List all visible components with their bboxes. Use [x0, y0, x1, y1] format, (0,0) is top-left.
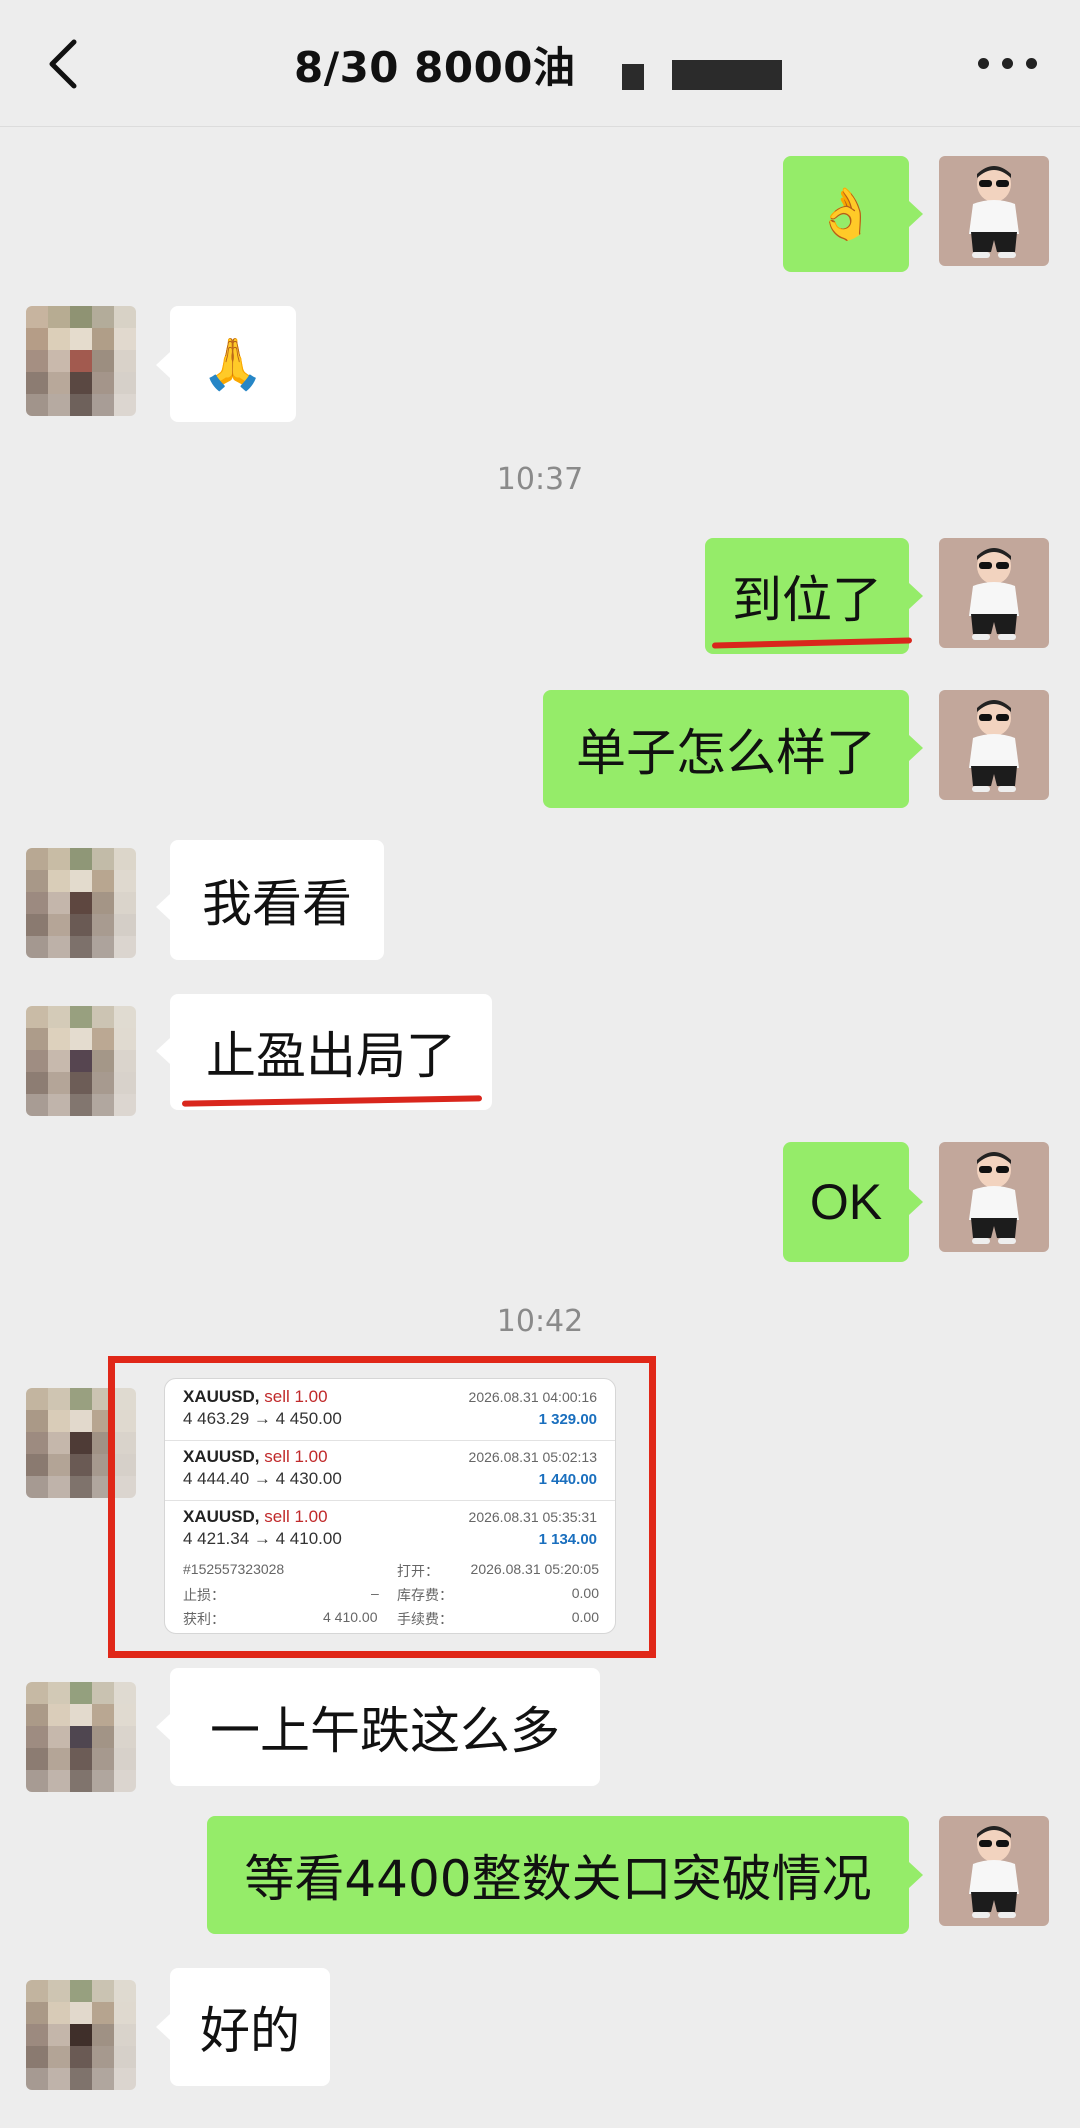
chat-header: 8/30 8000油 — [0, 0, 1080, 127]
message-bubble-received[interactable]: 🙏 — [170, 306, 296, 422]
timestamp: 10:37 — [496, 462, 584, 497]
more-options-icon[interactable] — [976, 48, 1040, 78]
redacted-name-block — [622, 64, 644, 90]
my-avatar[interactable] — [939, 1816, 1049, 1926]
bubble-tail — [156, 1714, 170, 1740]
message-bubble-sent[interactable]: 👌 — [783, 156, 909, 272]
contact-avatar-blurred[interactable] — [26, 1980, 136, 2090]
bubble-tail — [156, 2014, 170, 2040]
timestamp: 10:42 — [496, 1304, 584, 1339]
red-highlight-box — [108, 1356, 656, 1658]
bubble-tail — [909, 201, 923, 227]
message-bubble-received[interactable]: 止盈出局了 — [170, 994, 492, 1110]
message-bubble-sent[interactable]: OK — [783, 1142, 909, 1262]
bubble-tail — [156, 1038, 170, 1064]
message-bubble-received[interactable]: 我看看 — [170, 840, 384, 960]
bubble-tail — [156, 352, 170, 378]
bubble-tail — [909, 1862, 923, 1888]
back-arrow-icon[interactable] — [42, 38, 88, 90]
bubble-tail — [909, 1189, 923, 1215]
bubble-tail — [156, 894, 170, 920]
my-avatar[interactable] — [939, 538, 1049, 648]
contact-avatar-blurred[interactable] — [26, 848, 136, 958]
message-bubble-sent[interactable]: 到位了 — [705, 538, 909, 654]
message-bubble-received[interactable]: 一上午跌这么多 — [170, 1668, 600, 1786]
my-avatar[interactable] — [939, 690, 1049, 800]
my-avatar[interactable] — [939, 156, 1049, 266]
message-bubble-sent[interactable]: 单子怎么样了 — [543, 690, 909, 808]
chat-title: 8/30 8000油 — [294, 43, 576, 92]
my-avatar[interactable] — [939, 1142, 1049, 1252]
redacted-name-block — [672, 60, 782, 90]
contact-avatar-blurred[interactable] — [26, 1006, 136, 1116]
bubble-tail — [909, 583, 923, 609]
contact-avatar-blurred[interactable] — [26, 1682, 136, 1792]
contact-avatar-blurred[interactable] — [26, 306, 136, 416]
message-bubble-received[interactable]: 好的 — [170, 1968, 330, 2086]
bubble-tail — [909, 735, 923, 761]
message-bubble-sent[interactable]: 等看4400整数关口突破情况 — [207, 1816, 909, 1934]
